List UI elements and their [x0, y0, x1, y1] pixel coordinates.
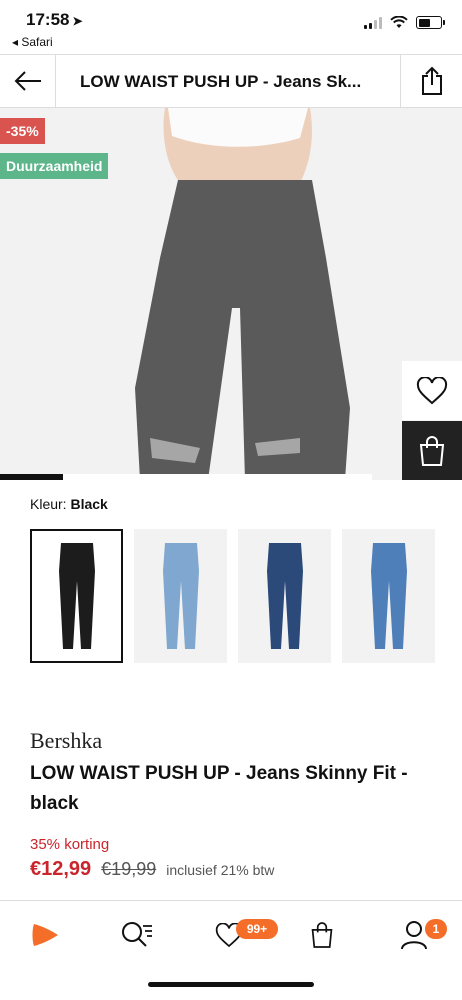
home-indicator[interactable] [148, 982, 314, 987]
product-header: LOW WAIST PUSH UP - Jeans Sk... [0, 54, 462, 108]
sustainability-badge: Duurzaamheid [0, 153, 109, 179]
discount-text: 35% korting [30, 836, 110, 853]
swatch-black[interactable] [30, 529, 123, 663]
add-to-bag-button[interactable] [402, 421, 462, 480]
signal-icon [364, 16, 382, 29]
jeans-light-blue-thumb [162, 543, 199, 649]
tab-bag[interactable] [297, 913, 347, 957]
share-button[interactable] [400, 55, 462, 107]
brand-name[interactable]: Bershka [30, 728, 102, 754]
back-button[interactable] [0, 55, 56, 107]
product-name: LOW WAIST PUSH UP - Jeans Skinny Fit - b… [30, 763, 408, 814]
tab-search[interactable] [112, 913, 162, 957]
swatch-dark-blue[interactable] [238, 529, 331, 663]
status-time: 17:58 ➤ [26, 10, 83, 29]
swatch-light-blue[interactable] [134, 529, 227, 663]
battery-icon [416, 16, 445, 29]
wishlist-count-badge: 99+ [236, 919, 278, 939]
zalando-logo-icon [32, 924, 58, 946]
color-swatches [30, 529, 435, 663]
shopping-bag-icon [419, 435, 445, 466]
jeans-mid-blue-thumb [370, 543, 407, 649]
arrow-left-icon [14, 71, 41, 91]
wifi-icon [390, 16, 408, 28]
price-row: €12,99 €19,99 inclusief 21% btw [30, 858, 274, 881]
color-label: Kleur: Black [30, 496, 108, 512]
original-price: €19,99 [101, 859, 157, 879]
status-icons [364, 16, 445, 29]
gallery-progress-fill [0, 474, 64, 480]
heart-icon [416, 376, 448, 404]
wishlist-button[interactable] [402, 361, 462, 420]
discount-badge: -35% [0, 118, 45, 144]
page-title: LOW WAIST PUSH UP - Jeans Sk... [80, 72, 362, 91]
swatch-mid-blue[interactable] [342, 529, 435, 663]
location-arrow-icon: ➤ [72, 14, 83, 28]
search-list-icon [122, 922, 152, 947]
vat-note: inclusief 21% btw [166, 862, 275, 878]
share-icon [421, 66, 442, 95]
tab-home[interactable] [20, 913, 70, 957]
jeans-dark-blue-thumb [266, 543, 303, 649]
selected-color: Black [70, 496, 108, 512]
gallery-progress [0, 474, 372, 480]
back-to-safari[interactable]: ◂ Safari [12, 35, 53, 49]
shopping-bag-icon [311, 922, 333, 948]
user-icon [401, 921, 427, 950]
status-bar: 17:58 ➤ ◂ Safari [0, 0, 462, 54]
account-count-badge: 1 [425, 919, 447, 939]
current-price: €12,99 [30, 858, 92, 880]
product-image[interactable]: -35% Duurzaamheid [0, 108, 462, 480]
jeans-black-thumb [58, 543, 95, 649]
